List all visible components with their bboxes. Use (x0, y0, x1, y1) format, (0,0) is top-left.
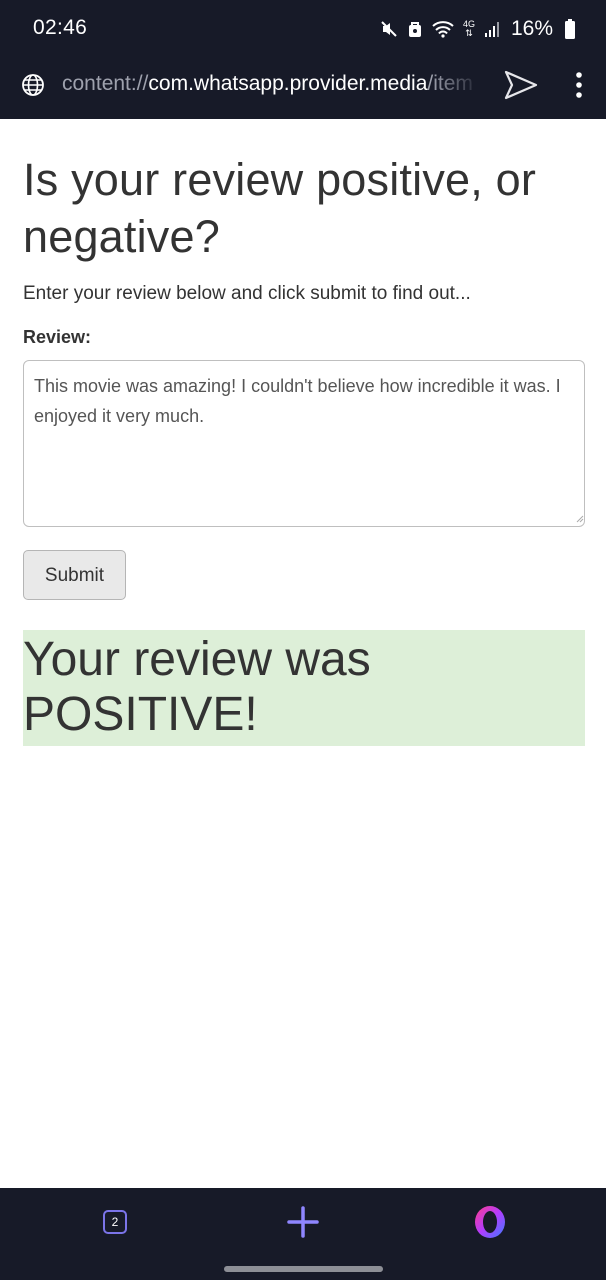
send-icon[interactable] (503, 69, 539, 101)
page-content: Is your review positive, or negative? En… (23, 119, 585, 746)
network-type-indicator: 4G ⇅ (462, 19, 475, 38)
page-subtitle: Enter your review below and click submit… (23, 283, 471, 304)
url-field[interactable]: content://com.whatsapp.provider.media/it… (62, 72, 482, 102)
gesture-bar[interactable] (224, 1266, 383, 1272)
page-title: Is your review positive, or negative? (23, 154, 537, 262)
bag-icon (408, 22, 421, 37)
resize-grip-icon[interactable] (576, 515, 584, 523)
address-bar: content://com.whatsapp.provider.media/it… (0, 58, 606, 119)
status-bar: 02:46 4G ⇅ 16% (0, 0, 606, 58)
network-type-label: 4G (462, 19, 475, 29)
status-icons: 4G ⇅ 16% (380, 14, 576, 44)
review-textarea[interactable]: This movie was amazing! I couldn't belie… (23, 360, 585, 527)
result-panel: Your review was POSITIVE! (23, 630, 585, 746)
battery-percent: 16% (510, 17, 553, 40)
bottom-nav: 2 (0, 1188, 606, 1280)
tabs-button[interactable]: 2 (103, 1210, 127, 1234)
globe-icon[interactable] (21, 73, 45, 97)
battery-icon (565, 19, 575, 39)
overflow-menu-icon[interactable] (570, 70, 588, 100)
url-scheme: content:// (62, 72, 149, 95)
wifi-icon (432, 21, 454, 38)
signal-icon (484, 22, 499, 37)
review-label: Review: (23, 327, 92, 347)
submit-button[interactable]: Submit (23, 550, 126, 600)
new-tab-plus-icon[interactable] (285, 1204, 321, 1240)
url-host: com.whatsapp.provider.media (148, 72, 428, 95)
mute-icon (381, 21, 397, 37)
result-text: Your review was POSITIVE! (23, 633, 371, 741)
opera-logo-icon[interactable] (471, 1203, 509, 1241)
status-time: 02:46 (33, 16, 88, 39)
url-path: /item (427, 72, 473, 95)
